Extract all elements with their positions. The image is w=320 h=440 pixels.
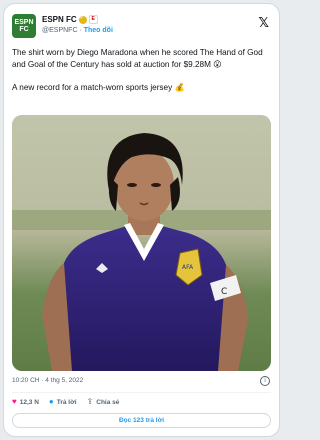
reply-button[interactable]: ● Trả lời: [49, 398, 77, 406]
action-bar: ♥ 12,3 N ● Trả lời ⇪ Chia sẻ: [12, 396, 129, 408]
heart-icon: ♥: [12, 397, 17, 406]
read-replies-button[interactable]: Đọc 123 trả lời: [12, 413, 271, 428]
photo-image: C AFA: [12, 115, 271, 371]
tweet-header: ESPN FC ESPN FC E @ESPNFC · Theo dõi 𝕏: [12, 12, 271, 40]
handle[interactable]: @ESPNFC: [42, 27, 78, 34]
like-button[interactable]: ♥ 12,3 N: [12, 398, 39, 406]
handle-line: @ESPNFC · Theo dõi: [42, 27, 113, 34]
share-icon: ⇪: [86, 397, 94, 406]
like-count: 12,3 N: [19, 398, 39, 406]
svg-text:C: C: [221, 287, 227, 297]
avatar-text-top: ESPN: [14, 19, 34, 26]
avatar[interactable]: ESPN FC: [12, 14, 36, 38]
divider: [12, 392, 271, 393]
avatar-text-bottom: FC: [19, 26, 29, 33]
svg-text:AFA: AFA: [182, 264, 194, 271]
x-logo-icon[interactable]: 𝕏: [259, 15, 269, 31]
follow-button[interactable]: Theo dõi: [84, 27, 113, 34]
name-line: ESPN FC E: [42, 14, 98, 24]
display-name[interactable]: ESPN FC: [42, 15, 77, 24]
share-button[interactable]: ⇪ Chia sẻ: [87, 398, 120, 406]
reply-label: Trả lời: [56, 398, 77, 406]
reply-icon: ●: [48, 397, 54, 406]
tweet-photo[interactable]: C AFA: [12, 115, 271, 371]
info-icon[interactable]: i: [260, 376, 270, 386]
verified-badge-icon: [78, 14, 87, 24]
share-label: Chia sẻ: [96, 398, 120, 406]
affiliate-badge-icon: E: [88, 15, 98, 24]
tweet-timestamp[interactable]: 10:20 CH · 4 thg 5, 2022: [12, 377, 83, 384]
tweet-card: ESPN FC ESPN FC E @ESPNFC · Theo dõi 𝕏 T…: [3, 3, 280, 437]
tweet-text: The shirt worn by Diego Maradona when he…: [12, 48, 263, 92]
